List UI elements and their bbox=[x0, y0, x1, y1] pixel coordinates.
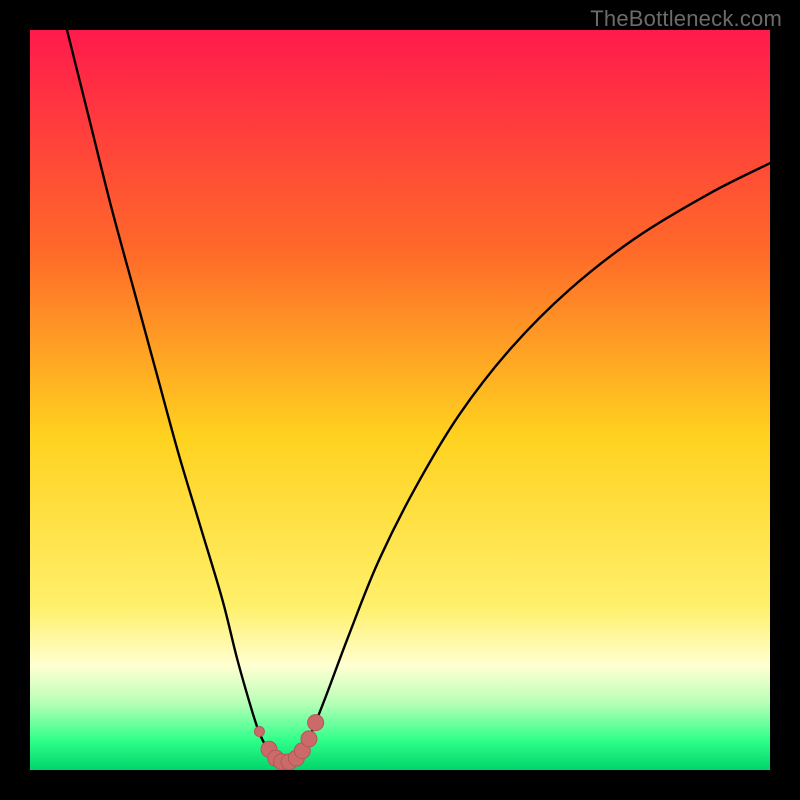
watermark-text: TheBottleneck.com bbox=[590, 6, 782, 32]
chart-frame: TheBottleneck.com bbox=[0, 0, 800, 800]
plot-area bbox=[30, 30, 770, 770]
marker-point bbox=[301, 731, 317, 747]
marker-point bbox=[308, 715, 324, 731]
marker-point bbox=[254, 727, 264, 737]
bottleneck-chart bbox=[30, 30, 770, 770]
gradient-background bbox=[30, 30, 770, 770]
